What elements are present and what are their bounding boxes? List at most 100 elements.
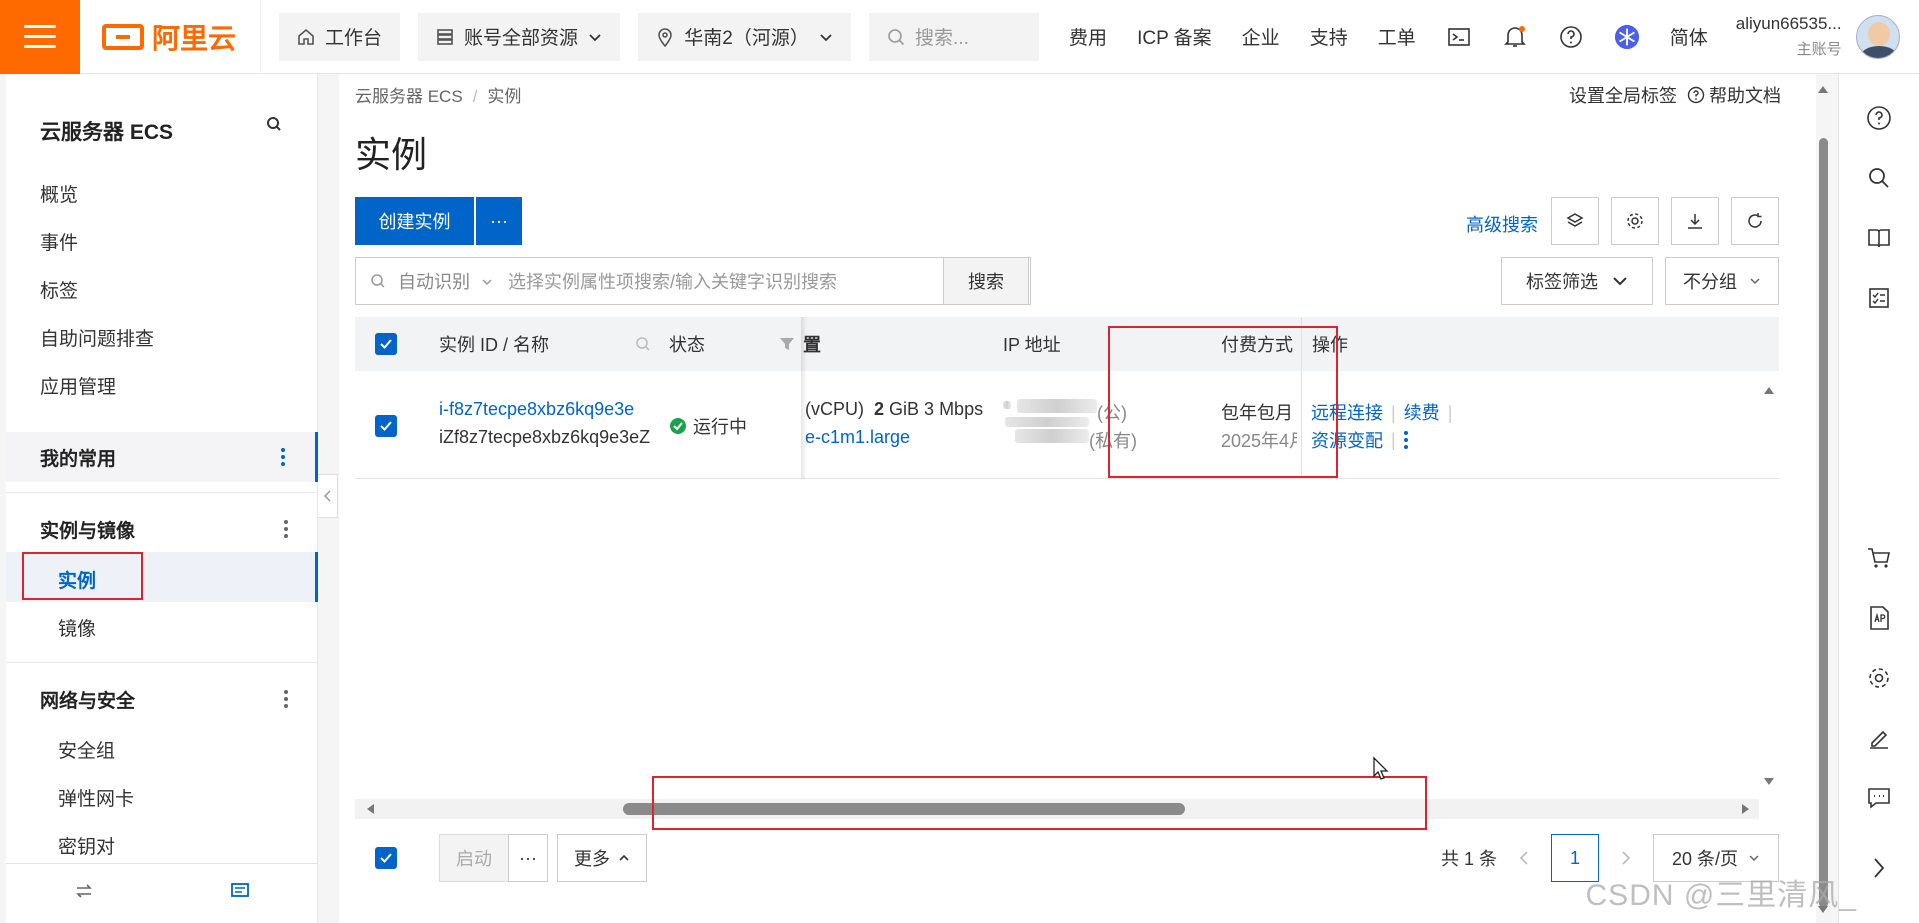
feedback-icon[interactable] — [230, 882, 250, 905]
start-button[interactable]: 启动 — [439, 834, 509, 882]
more-label: 更多 — [574, 849, 610, 869]
cart-icon[interactable] — [1865, 544, 1893, 572]
page-vertical-scrollbar[interactable] — [1816, 74, 1830, 923]
config-mem-value: 2 — [874, 399, 885, 419]
highlight-box-instances — [22, 552, 143, 600]
sidebar-group-instances-images[interactable]: 实例与镜像 — [6, 504, 318, 554]
scroll-right-icon[interactable] — [1741, 803, 1751, 815]
sidebar-item-app-management[interactable]: 应用管理 — [40, 372, 116, 399]
avatar[interactable] — [1855, 14, 1900, 59]
refresh-button[interactable] — [1731, 197, 1779, 245]
docs-icon[interactable] — [1865, 224, 1893, 252]
scroll-up-icon[interactable] — [1763, 382, 1775, 400]
link-tickets[interactable]: 工单 — [1378, 23, 1416, 50]
sidebar-item-images[interactable]: 镜像 — [58, 614, 96, 641]
column-status-filter-icon[interactable] — [779, 317, 795, 371]
filter-input[interactable]: 选择实例属性项搜索/输入关键字识别搜索 — [508, 268, 837, 294]
more-actions-icon[interactable] — [1403, 431, 1408, 449]
settings-button[interactable] — [1611, 197, 1659, 245]
create-more-button[interactable]: ··· — [476, 197, 522, 245]
more-vertical-icon[interactable] — [284, 520, 288, 538]
link-fees[interactable]: 费用 — [1069, 23, 1107, 50]
bottom-select-all-checkbox[interactable] — [375, 847, 397, 869]
search-icon[interactable] — [1865, 164, 1893, 192]
user-menu[interactable]: aliyun66535... 主账号 — [1736, 14, 1900, 59]
download-button[interactable] — [1671, 197, 1719, 245]
more-vertical-icon[interactable] — [284, 690, 288, 708]
check-icon — [380, 339, 392, 349]
sidebar-item-keypairs[interactable]: 密钥对 — [58, 832, 115, 859]
column-id-name: 实例 ID / 名称 — [439, 335, 550, 355]
breadcrumb-ecs[interactable]: 云服务器 ECS — [355, 87, 463, 106]
instance-filter-bar[interactable]: 自动识别 选择实例属性项搜索/输入关键字识别搜索 — [355, 257, 1031, 305]
gear-icon — [1627, 213, 1643, 229]
page-size-label: 20 条/页 — [1671, 849, 1739, 869]
breadcrumb: 云服务器 ECS / 实例 — [355, 87, 522, 106]
language-switch[interactable]: 简体 — [1670, 23, 1708, 50]
api-icon[interactable] — [1865, 604, 1893, 632]
layers-button[interactable] — [1551, 197, 1599, 245]
sidebar-item-overview[interactable]: 概览 — [40, 180, 78, 207]
switch-icon[interactable] — [74, 883, 94, 904]
instance-id-link[interactable]: i-f8z7tecpe8xbz6kq9e3e — [439, 399, 634, 420]
tag-filter-dropdown[interactable]: 标签筛选 — [1501, 257, 1653, 305]
config-spec: (vCPU) 2 GiB 3 Mbps — [805, 399, 983, 420]
sidebar-collapse-button[interactable] — [318, 474, 338, 518]
chevron-down-icon — [1749, 855, 1759, 862]
sidebar-item-tags[interactable]: 标签 — [40, 276, 78, 303]
more-dropdown-button[interactable]: 更多 — [557, 834, 647, 882]
database-icon — [437, 28, 453, 45]
page-vertical-scroll-thumb[interactable] — [1819, 138, 1828, 908]
resources-label: 账号全部资源 — [464, 28, 579, 49]
table-row: i-f8z7tecpe8xbz6kq9e3e iZf8z7tecpe8xbz6k… — [355, 371, 1779, 479]
global-search-input[interactable]: 搜索... — [869, 12, 1040, 61]
resources-dropdown[interactable]: 账号全部资源 — [418, 12, 621, 61]
chevron-right-icon[interactable] — [1865, 854, 1893, 882]
batch-more-button[interactable]: ··· — [508, 834, 548, 882]
more-vertical-icon[interactable] — [281, 448, 285, 466]
sidebar-group-label: 网络与安全 — [40, 690, 136, 712]
renew-link[interactable]: 续费 — [1404, 403, 1440, 423]
gear-icon[interactable] — [1865, 664, 1893, 692]
sidebar-search-icon[interactable] — [266, 116, 282, 137]
link-enterprise[interactable]: 企业 — [1242, 23, 1280, 50]
row-checkbox[interactable] — [375, 415, 397, 437]
chevron-down-icon — [1750, 278, 1760, 285]
scroll-up-icon[interactable] — [1817, 84, 1829, 94]
sidebar-item-eni[interactable]: 弹性网卡 — [58, 784, 134, 811]
advanced-search-link[interactable]: 高级搜索 — [1466, 211, 1538, 237]
sidebar-item-security-groups[interactable]: 安全组 — [58, 736, 115, 763]
sidebar-item-events[interactable]: 事件 — [40, 228, 78, 255]
workbench-button[interactable]: 工作台 — [279, 12, 401, 61]
sidebar-group-network-security[interactable]: 网络与安全 — [6, 674, 318, 724]
menu-icon[interactable] — [0, 0, 80, 74]
terminal-icon[interactable] — [1446, 24, 1472, 50]
help-docs-link[interactable]: 帮助文档 — [1709, 82, 1781, 108]
help-icon[interactable] — [1558, 24, 1584, 50]
region-dropdown[interactable]: 华南2（河源） — [638, 12, 852, 61]
prev-page-icon[interactable] — [1519, 851, 1529, 865]
right-tool-rail — [1838, 74, 1919, 923]
set-global-tags-link[interactable]: 设置全局标签 — [1569, 82, 1677, 108]
sidebar-item-troubleshoot[interactable]: 自助问题排查 — [40, 324, 154, 351]
scroll-left-icon[interactable] — [365, 803, 375, 815]
bell-icon[interactable] — [1502, 24, 1528, 50]
column-id-search-icon[interactable] — [635, 317, 651, 371]
filter-mode-select[interactable]: 自动识别 — [398, 268, 508, 294]
chat-icon[interactable] — [1865, 784, 1893, 812]
group-select-dropdown[interactable]: 不分组 — [1665, 257, 1779, 305]
checklist-icon[interactable] — [1865, 284, 1893, 312]
filter-search-button[interactable]: 搜索 — [943, 257, 1029, 305]
sidebar-group-favorites[interactable]: 我的常用 — [6, 432, 318, 482]
ai-assistant-icon[interactable] — [1614, 24, 1640, 50]
instance-type-link[interactable]: e-c1m1.large — [805, 427, 910, 448]
edit-icon[interactable] — [1865, 724, 1893, 752]
select-all-checkbox[interactable] — [375, 317, 397, 371]
next-page-icon[interactable] — [1621, 851, 1631, 865]
create-instance-button[interactable]: 创建实例 — [355, 197, 474, 245]
link-support[interactable]: 支持 — [1310, 23, 1348, 50]
help-icon[interactable] — [1865, 104, 1893, 132]
link-icp[interactable]: ICP 备案 — [1137, 23, 1212, 50]
scroll-down-icon[interactable] — [1763, 774, 1775, 792]
aliyun-logo[interactable]: 阿里云 — [80, 0, 262, 74]
